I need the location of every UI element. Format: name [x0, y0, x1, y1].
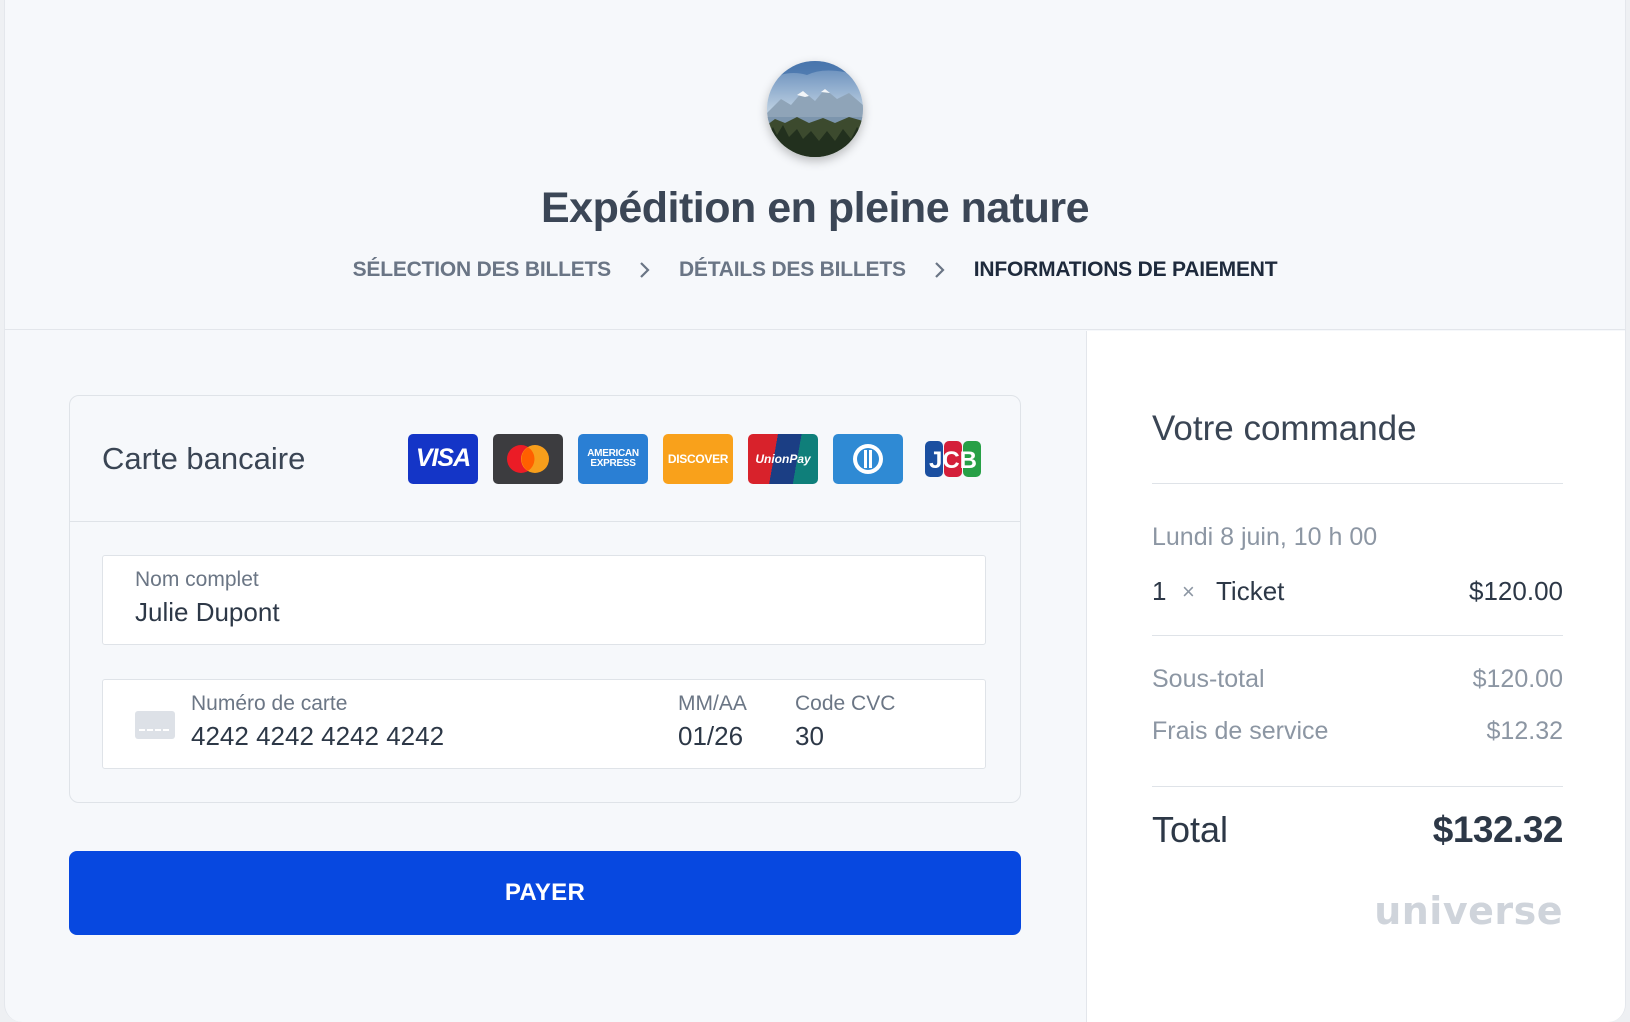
chevron-right-icon — [639, 261, 651, 279]
subtotal-row: Sous-total $120.00 — [1152, 665, 1563, 694]
divider — [1152, 483, 1563, 484]
amex-line1: AMERICAN — [587, 447, 639, 459]
service-fee-row: Frais de service $12.32 — [1152, 717, 1563, 746]
event-title: Expédition en pleine nature — [541, 184, 1089, 232]
event-avatar — [767, 61, 863, 157]
amex-line2: EXPRESS — [590, 457, 636, 469]
cvc-label: Code CVC — [795, 692, 896, 715]
item-price: $120.00 — [1469, 576, 1563, 606]
full-name-field[interactable]: Nom complet Julie Dupont — [102, 555, 986, 645]
total-value: $132.32 — [1432, 809, 1564, 850]
breadcrumb: SÉLECTION DES BILLETS DÉTAILS DES BILLET… — [5, 258, 1625, 282]
divider — [1152, 786, 1563, 787]
checkout-window: Expédition en pleine nature SÉLECTION DE… — [4, 0, 1626, 1022]
mountain-landscape-icon — [767, 61, 863, 157]
total-row: Total $132.32 — [1152, 809, 1564, 851]
subtotal-value: $120.00 — [1472, 665, 1563, 693]
breadcrumb-step-payment-info: INFORMATIONS DE PAIEMENT — [973, 258, 1278, 281]
diners-club-icon — [833, 433, 903, 484]
order-date: Lundi 8 juin, 10 h 00 — [1152, 523, 1563, 552]
card-number-label: Numéro de carte — [191, 692, 348, 715]
service-fee-value: $12.32 — [1486, 717, 1563, 745]
payment-method-title: Carte bancaire — [102, 440, 306, 476]
item-quantity: 1 — [1152, 576, 1167, 606]
order-date-text: Lundi 8 juin, 10 h 00 — [1152, 523, 1378, 551]
payment-card-header: Carte bancaire VISA AMERICAN EXPRESS DIS… — [70, 396, 1020, 522]
card-number-input[interactable]: 4242 4242 4242 4242 — [191, 721, 444, 752]
expiry-label: MM/AA — [678, 692, 747, 715]
order-line-item: 1 × Ticket $120.00 — [1152, 576, 1563, 607]
breadcrumb-step-ticket-details[interactable]: DÉTAILS DES BILLETS — [679, 258, 906, 282]
order-title: Votre commande — [1152, 409, 1417, 448]
card-details-field[interactable]: Numéro de carte 4242 4242 4242 4242 MM/A… — [102, 679, 986, 769]
visa-icon: VISA — [408, 433, 478, 484]
payment-card-panel: Carte bancaire VISA AMERICAN EXPRESS DIS… — [69, 395, 1021, 803]
breadcrumb-step-ticket-selection[interactable]: SÉLECTION DES BILLETS — [353, 258, 612, 282]
divider — [1152, 635, 1563, 636]
order-summary: Votre commande Lundi 8 juin, 10 h 00 1 ×… — [1086, 331, 1625, 1022]
subtotal-label: Sous-total — [1152, 665, 1265, 693]
total-label: Total — [1152, 809, 1229, 850]
full-name-input[interactable]: Julie Dupont — [135, 597, 280, 628]
jcb-label: JCB — [929, 447, 977, 474]
checkout-header: Expédition en pleine nature SÉLECTION DE… — [5, 0, 1625, 330]
payment-section: Carte bancaire VISA AMERICAN EXPRESS DIS… — [5, 331, 1085, 1022]
amex-icon: AMERICAN EXPRESS — [578, 433, 648, 484]
card-brands: VISA AMERICAN EXPRESS DISCOVER UnionPay … — [408, 433, 988, 484]
service-fee-label: Frais de service — [1152, 717, 1329, 745]
multiply-icon: × — [1182, 578, 1195, 604]
discover-icon: DISCOVER — [663, 433, 733, 484]
credit-card-icon — [135, 711, 175, 744]
cvc-input[interactable]: 30 — [795, 721, 824, 752]
expiry-input[interactable]: 01/26 — [678, 721, 743, 752]
jcb-icon: JCB — [918, 434, 988, 484]
chevron-right-icon — [934, 261, 946, 279]
pay-button[interactable]: PAYER — [69, 851, 1021, 935]
universe-logo: universe — [1374, 889, 1563, 933]
full-name-label: Nom complet — [135, 568, 259, 591]
unionpay-icon: UnionPay — [748, 433, 818, 484]
item-name: Ticket — [1216, 576, 1285, 606]
mastercard-icon — [493, 433, 563, 484]
